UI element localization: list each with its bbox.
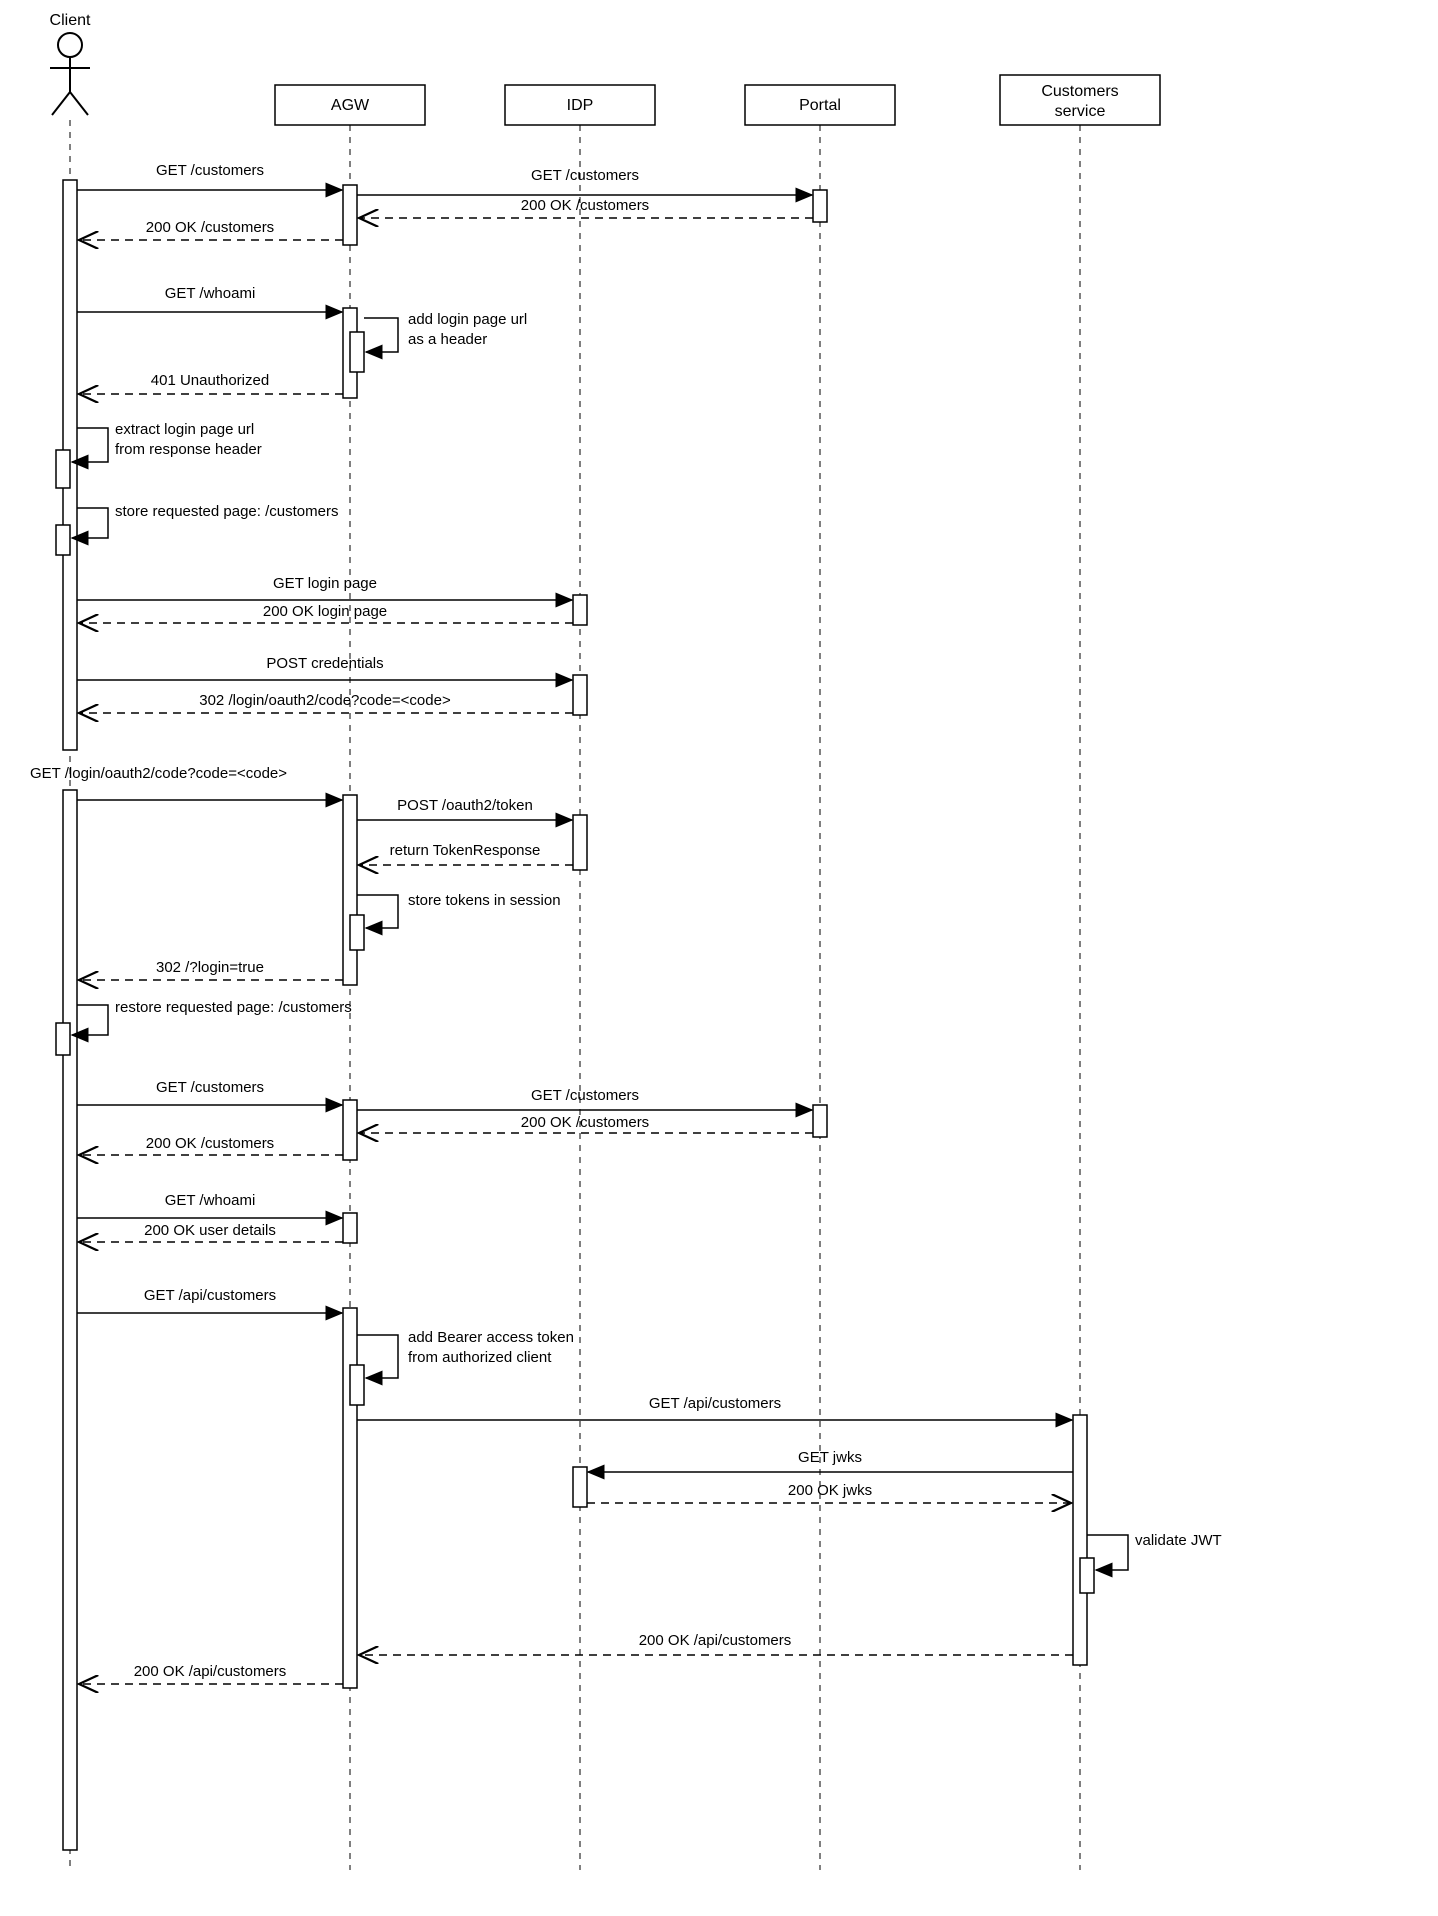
activation-customers-self-1 — [1080, 1558, 1094, 1593]
participant-client: Client — [50, 12, 91, 115]
msg-200-login: 200 OK login page — [263, 603, 387, 620]
activation-agw-self-1 — [350, 332, 364, 372]
activation-portal-2 — [813, 1105, 827, 1137]
msg-302-login: 302 /?login=true — [156, 959, 264, 976]
msg-200-user: 200 OK user details — [144, 1222, 276, 1239]
msg-post-creds: POST credentials — [266, 655, 383, 672]
msg-extract-b: from response header — [115, 441, 262, 458]
activation-customers-1 — [1073, 1415, 1087, 1665]
msg-200-customers-1: 200 OK /customers — [521, 197, 649, 214]
activation-agw-5 — [343, 1213, 357, 1243]
msg-store-tokens: store tokens in session — [408, 892, 561, 909]
activation-client-2 — [63, 790, 77, 1850]
activation-portal-1 — [813, 190, 827, 222]
msg-add-login-b: as a header — [408, 331, 487, 348]
msg-get-whoami-1: GET /whoami — [165, 285, 256, 302]
activation-idp-4 — [573, 1467, 587, 1507]
msg-restore-req: restore requested page: /customers — [115, 999, 352, 1016]
msg-post-token: POST /oauth2/token — [397, 797, 533, 814]
msg-extract-a: extract login page url — [115, 421, 254, 438]
msg-bearer-a: add Bearer access token — [408, 1329, 574, 1346]
msg-get-whoami-2: GET /whoami — [165, 1192, 256, 1209]
msg-get-customers-3: GET /customers — [156, 1079, 264, 1096]
msg-200-customers-3: 200 OK /customers — [521, 1114, 649, 1131]
msg-get-api-cust-2: GET /api/customers — [649, 1395, 781, 1412]
activation-idp-2 — [573, 675, 587, 715]
msg-200-customers-4: 200 OK /customers — [146, 1135, 274, 1152]
participant-agw: AGW — [275, 85, 425, 125]
customers-label: Customers — [1041, 83, 1118, 100]
idp-label: IDP — [567, 97, 594, 114]
activation-idp-1 — [573, 595, 587, 625]
participant-portal: Portal — [745, 85, 895, 125]
msg-401: 401 Unauthorized — [151, 372, 269, 389]
msg-200-jwks: 200 OK jwks — [788, 1482, 872, 1499]
activation-client-self-2 — [56, 525, 70, 555]
self-arrow-m6 — [364, 318, 398, 352]
msg-get-jwks: GET jwks — [798, 1449, 862, 1466]
msg-validate-jwt: validate JWT — [1135, 1532, 1222, 1549]
activation-agw-self-3 — [350, 1365, 364, 1405]
msg-200-api-1: 200 OK /api/customers — [639, 1632, 792, 1649]
msg-get-api-cust: GET /api/customers — [144, 1287, 276, 1304]
msg-get-customers-2: GET /customers — [531, 167, 639, 184]
activation-agw-4 — [343, 1100, 357, 1160]
participant-idp: IDP — [505, 85, 655, 125]
client-label: Client — [50, 12, 91, 29]
activation-client-self-1 — [56, 450, 70, 488]
msg-200-customers-2: 200 OK /customers — [146, 219, 274, 236]
agw-label: AGW — [331, 97, 370, 114]
msg-bearer-b: from authorized client — [408, 1349, 552, 1366]
msg-302-code: 302 /login/oauth2/code?code=<code> — [199, 692, 451, 709]
activation-agw-3 — [343, 795, 357, 985]
portal-label: Portal — [799, 97, 841, 114]
activation-idp-3 — [573, 815, 587, 870]
activation-agw-self-2 — [350, 915, 364, 950]
msg-200-api-2: 200 OK /api/customers — [134, 1663, 287, 1680]
msg-get-customers-1: GET /customers — [156, 162, 264, 179]
activation-agw-1 — [343, 185, 357, 245]
msg-return-token: return TokenResponse — [390, 842, 541, 859]
msg-get-login: GET login page — [273, 575, 377, 592]
msg-get-customers-4: GET /customers — [531, 1087, 639, 1104]
msg-get-oauth-code: GET /login/oauth2/code?code=<code> — [30, 765, 287, 782]
msg-store-req: store requested page: /customers — [115, 503, 338, 520]
service-label: service — [1055, 103, 1106, 120]
activation-client-self-3 — [56, 1023, 70, 1055]
msg-add-login-a: add login page url — [408, 311, 527, 328]
participant-customers-service: Customers service — [1000, 75, 1160, 125]
